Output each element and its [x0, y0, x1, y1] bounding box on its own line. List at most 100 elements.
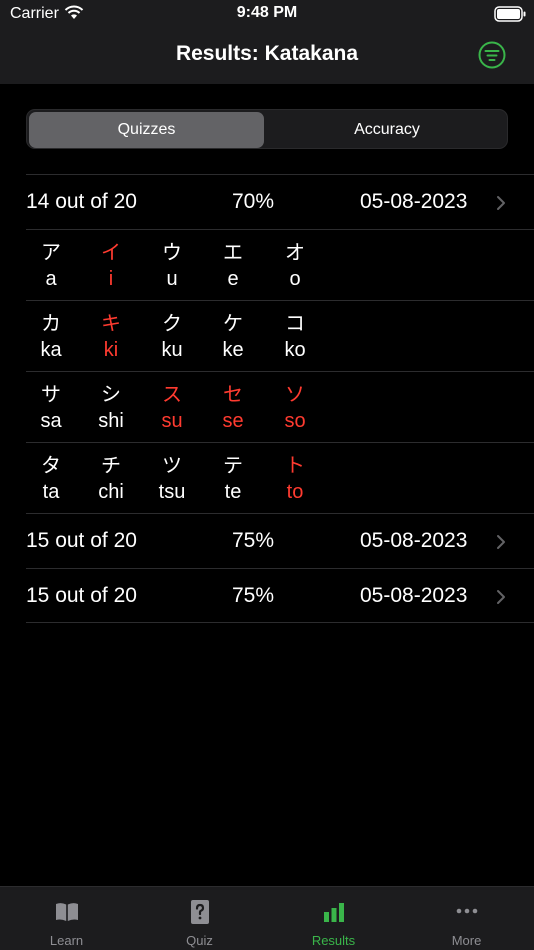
- results-segmented-control: Quizzes Accuracy: [26, 109, 508, 149]
- kana-row: サ sa シ shi ス su セ se ソ so: [26, 371, 534, 442]
- tab-label: Learn: [49, 933, 84, 948]
- kana-romaji: ka: [40, 339, 62, 361]
- kana-cell: オo: [270, 240, 320, 292]
- kana-cell: ス su: [147, 382, 197, 434]
- kana-row: カ ka キ ki ク ku ケ ke コ ko: [26, 300, 534, 371]
- kana-cell: イi: [86, 240, 136, 292]
- kana-character: ト: [285, 455, 305, 477]
- kana-cell: テ te: [208, 453, 258, 505]
- kana-cell: ク ku: [147, 311, 197, 363]
- kana-romaji: tsu: [158, 481, 186, 503]
- kana-cell: ケ ke: [208, 311, 258, 363]
- kana-cell: エe: [208, 240, 258, 292]
- kana-romaji: o: [289, 268, 301, 290]
- ellipsis-icon: [456, 908, 478, 914]
- kana-cell: タ ta: [26, 453, 76, 505]
- kana-romaji: ko: [284, 339, 306, 361]
- chevron-right-icon: [497, 535, 505, 549]
- kana-character: ス: [162, 384, 182, 406]
- kana-character: ウ: [162, 242, 182, 264]
- status-bar: Carrier 9:48 PM: [0, 0, 534, 28]
- segment-quizzes[interactable]: Quizzes: [29, 112, 264, 148]
- kana-breakdown: ア a イ i ウ u エ e オ o カ ka キ ki ク ku ケ ke コ ko サ sa シ shi ス su セ se ソ s…: [26, 229, 534, 513]
- kana-character: オ: [285, 242, 305, 264]
- quiz-date: 05-08-2023: [360, 190, 468, 213]
- quiz-result-row[interactable]: 15 out of 20 75% 05-08-2023: [26, 513, 534, 568]
- kana-character: タ: [41, 455, 61, 477]
- kana-character: イ: [101, 242, 121, 264]
- kana-character: エ: [223, 242, 243, 264]
- kana-cell: チ chi: [86, 453, 136, 505]
- quiz-result-row[interactable]: 15 out of 20 75% 05-08-2023: [26, 568, 534, 623]
- kana-romaji: te: [224, 481, 242, 503]
- kana-row: アaイiウuエeオo: [26, 229, 534, 300]
- kana-romaji: sa: [40, 410, 62, 432]
- quiz-score: 15 out of 20: [26, 584, 137, 607]
- kana-character: ソ: [285, 384, 305, 406]
- status-time: 9:48 PM: [236, 4, 298, 21]
- kana-romaji: e: [227, 268, 239, 290]
- kana-cell: コ ko: [270, 311, 320, 363]
- kana-character: カ: [41, 313, 61, 335]
- kana-cell: ツ tsu: [147, 453, 197, 505]
- kana-romaji: ke: [222, 339, 244, 361]
- kana-character: セ: [223, 384, 243, 406]
- kana-character: サ: [41, 384, 61, 406]
- kana-romaji: u: [166, 268, 178, 290]
- question-card-icon: [191, 900, 209, 924]
- filter-icon[interactable]: [478, 41, 506, 69]
- kana-cell: キ ki: [86, 311, 136, 363]
- tab-label: Quiz: [186, 933, 213, 948]
- kana-cell: ト to: [270, 453, 320, 505]
- quiz-result-row[interactable]: 14 out of 20 70% 05-08-2023: [26, 174, 534, 229]
- battery-icon: [494, 6, 526, 22]
- chevron-right-icon: [497, 590, 505, 604]
- tab-quiz[interactable]: Quiz: [133, 887, 266, 950]
- kana-romaji: i: [108, 268, 114, 290]
- kana-character: ク: [162, 313, 182, 335]
- tab-label: More: [451, 933, 482, 948]
- kana-character: ア: [41, 242, 61, 264]
- tab-results[interactable]: Results: [267, 887, 400, 950]
- kana-character: キ: [101, 313, 121, 335]
- kana-character: ケ: [223, 313, 243, 335]
- kana-cell: シ shi: [86, 382, 136, 434]
- tab-learn[interactable]: Learn: [0, 887, 133, 950]
- kana-cell: ウu: [147, 240, 197, 292]
- kana-character: テ: [223, 455, 243, 477]
- kana-romaji: shi: [98, 410, 124, 432]
- kana-character: コ: [285, 313, 305, 335]
- tab-more[interactable]: More: [400, 887, 533, 950]
- tab-bar: Learn Quiz Results More: [0, 886, 534, 950]
- book-icon: [56, 903, 78, 921]
- navigation-bar: Results: Katakana: [0, 28, 534, 84]
- quiz-score: 15 out of 20: [26, 529, 137, 552]
- tab-label: Results: [311, 933, 356, 948]
- segment-accuracy[interactable]: Accuracy: [267, 112, 507, 148]
- kana-romaji: ki: [103, 339, 119, 361]
- bar-chart-icon: [324, 903, 344, 922]
- quiz-date: 05-08-2023: [360, 584, 468, 607]
- kana-romaji: ku: [161, 339, 183, 361]
- kana-romaji: chi: [98, 481, 124, 503]
- results-list: 14 out of 20 70% 05-08-2023 アaイiウuエeオoカk…: [26, 174, 534, 623]
- kana-romaji: so: [284, 410, 306, 432]
- kana-character: チ: [101, 455, 121, 477]
- quiz-percent: 75%: [232, 529, 275, 552]
- kana-character: シ: [101, 384, 121, 406]
- page-title: Results: Katakana: [175, 42, 359, 65]
- kana-cell: アa: [26, 240, 76, 292]
- kana-row: タ ta チ chi ツ tsu テ te ト to: [26, 442, 534, 513]
- quiz-date: 05-08-2023: [360, 529, 468, 552]
- kana-cell: カ ka: [26, 311, 76, 363]
- kana-cell: サ sa: [26, 382, 76, 434]
- kana-romaji: su: [161, 410, 183, 432]
- kana-romaji: to: [286, 481, 304, 503]
- kana-romaji: ta: [42, 481, 60, 503]
- kana-cell: セ se: [208, 382, 258, 434]
- quiz-score: 14 out of 20: [26, 190, 137, 213]
- chevron-right-icon: [497, 196, 505, 210]
- kana-romaji: se: [222, 410, 244, 432]
- kana-character: ツ: [162, 455, 182, 477]
- kana-cell: ソ so: [270, 382, 320, 434]
